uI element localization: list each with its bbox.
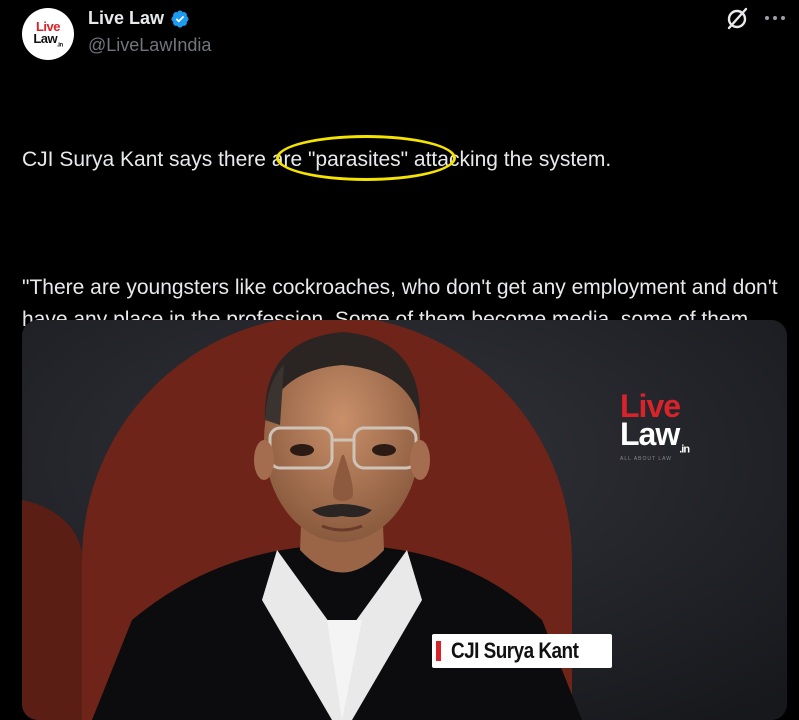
author-display-name[interactable]: Live Law xyxy=(88,8,164,29)
avatar[interactable]: Live Law.in xyxy=(22,8,74,60)
caption-accent-bar xyxy=(436,641,441,661)
highlight-circle xyxy=(276,135,456,181)
author-name-row: Live Law xyxy=(88,8,190,29)
more-icon[interactable] xyxy=(762,5,788,31)
caption-text: CJI Surya Kant xyxy=(451,638,579,663)
avatar-text-law: Law.in xyxy=(33,30,63,49)
verified-badge-icon xyxy=(171,9,189,28)
name-caption: CJI Surya Kant xyxy=(432,634,612,668)
tweet-image[interactable] xyxy=(22,320,787,720)
grok-icon[interactable] xyxy=(723,5,751,33)
author-handle[interactable]: @LiveLawIndia xyxy=(88,35,211,56)
livelaw-watermark-logo: Live Law.in ALL ABOUT LAW xyxy=(620,388,690,463)
portrait-illustration xyxy=(22,320,787,720)
